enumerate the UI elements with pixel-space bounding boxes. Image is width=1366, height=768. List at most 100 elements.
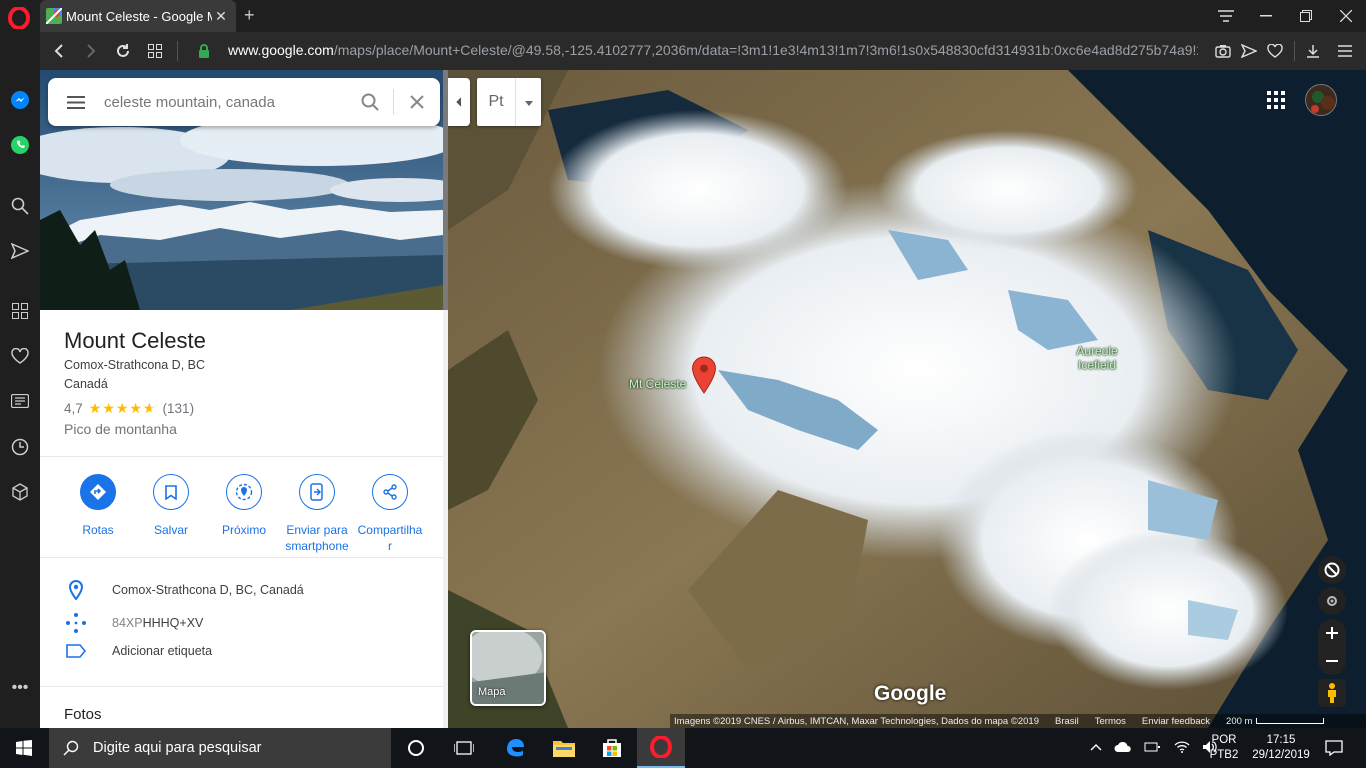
avatar[interactable] <box>1305 84 1337 116</box>
hamburger-menu-icon[interactable] <box>48 95 104 109</box>
flow-send-icon[interactable] <box>8 239 32 263</box>
map-label-celeste[interactable]: Mt Celeste <box>629 377 686 391</box>
nearby-button[interactable]: Próximo <box>207 472 281 538</box>
my-location-icon[interactable] <box>1318 587 1346 615</box>
bookmark-heart-icon[interactable] <box>1264 40 1286 62</box>
chevron-left-icon <box>456 97 462 107</box>
add-label-text: Adicionar etiqueta <box>112 644 213 658</box>
search-sidebar-icon[interactable] <box>8 194 32 218</box>
collapse-panel-button[interactable] <box>448 78 470 126</box>
opera-logo-icon[interactable] <box>8 7 30 29</box>
info-pluscode-row[interactable]: 84XP HHHQ+XV <box>64 612 203 634</box>
power-battery-icon[interactable] <box>1144 740 1162 757</box>
divider <box>40 686 443 687</box>
tab-menu-icon[interactable] <box>1206 0 1246 32</box>
place-title: Mount Celeste <box>64 328 206 353</box>
info-label-row[interactable]: Adicionar etiqueta <box>64 644 212 658</box>
map-label-aureole[interactable]: Aureole Icefield <box>1068 344 1126 372</box>
pluscode-prefix: 84XP <box>112 616 143 630</box>
compass-reset-icon[interactable] <box>1318 556 1346 584</box>
terms-link[interactable]: Termos <box>1095 716 1126 727</box>
reload-icon[interactable] <box>112 40 134 62</box>
google-apps-icon[interactable] <box>1267 91 1285 109</box>
info-address-text: Comox-Strathcona D, BC, Canadá <box>112 583 304 597</box>
place-address-line2: Canadá <box>64 377 108 391</box>
keyboard-pt-icon: Pt <box>488 93 504 110</box>
tray-chevron-up-icon[interactable] <box>1090 742 1102 754</box>
input-language[interactable]: POR PTB2 <box>1206 728 1242 768</box>
restore-icon[interactable] <box>1286 0 1326 32</box>
microsoft-store-icon[interactable] <box>588 728 636 768</box>
new-tab-icon[interactable]: + <box>244 5 255 26</box>
map-type-toggle[interactable]: Mapa <box>470 630 546 706</box>
satellite-imagery[interactable] <box>448 70 1366 728</box>
action-center-icon[interactable] <box>1310 728 1358 768</box>
info-address-row[interactable]: Comox-Strathcona D, BC, Canadá <box>64 580 304 600</box>
feedback-link[interactable]: Enviar feedback <box>1142 716 1210 727</box>
reviews-count[interactable]: (131) <box>163 401 195 416</box>
search-input[interactable]: celeste mountain, canada <box>104 94 347 111</box>
file-explorer-icon[interactable] <box>540 728 588 768</box>
nearby-icon <box>226 474 262 510</box>
history-clock-icon[interactable] <box>8 435 32 459</box>
messenger-icon[interactable] <box>8 88 32 112</box>
whatsapp-icon[interactable] <box>8 133 32 157</box>
more-dots-icon[interactable]: ••• <box>8 676 32 700</box>
address-separator-2 <box>1294 41 1295 61</box>
scale-bar <box>1256 717 1325 724</box>
directions-button[interactable]: Rotas <box>61 472 135 538</box>
country-link[interactable]: Brasil <box>1055 716 1079 727</box>
onedrive-cloud-icon[interactable] <box>1114 741 1132 756</box>
clock[interactable]: 17:15 29/12/2019 <box>1246 728 1316 768</box>
taskbar-search-placeholder: Digite aqui para pesquisar <box>93 740 262 756</box>
forward-icon[interactable] <box>80 40 102 62</box>
easy-setup-icon[interactable] <box>1334 40 1356 62</box>
input-tools-button[interactable]: Pt <box>477 78 541 126</box>
satellite-map[interactable]: Mt Celeste Aureole Icefield Pt Mapa Goog… <box>448 70 1366 728</box>
speed-dial-icon[interactable] <box>144 40 166 62</box>
close-window-icon[interactable] <box>1326 0 1366 32</box>
tab-close-icon[interactable]: ✕ <box>212 8 230 25</box>
cortana-icon[interactable] <box>392 728 440 768</box>
rating-stars-icon[interactable]: ★★★★★ ★ <box>89 400 157 417</box>
share-button[interactable]: Compartilhar <box>353 472 427 554</box>
snapshot-icon[interactable] <box>1212 40 1234 62</box>
send-to-phone-button[interactable]: Enviar para smartphone <box>280 472 354 554</box>
opera-taskbar-icon[interactable] <box>637 728 685 768</box>
clock-time: 17:15 <box>1266 734 1296 746</box>
search-icon[interactable] <box>347 93 393 111</box>
wifi-icon[interactable] <box>1174 740 1190 756</box>
address-bar: www.google.com/maps/place/Mount+Celeste/… <box>40 32 1366 70</box>
google-maps-favicon-icon <box>46 8 62 24</box>
directions-icon <box>80 474 116 510</box>
divider <box>40 456 443 457</box>
minimize-icon[interactable] <box>1246 0 1286 32</box>
taskbar-search[interactable]: Digite aqui para pesquisar <box>49 728 391 768</box>
zoom-in-button[interactable] <box>1318 619 1346 647</box>
scale-label[interactable]: 200 m <box>1226 716 1325 727</box>
tab-title: Mount Celeste - Google M... <box>66 8 212 24</box>
save-button[interactable]: Salvar <box>134 472 208 538</box>
place-category[interactable]: Pico de montanha <box>64 421 177 437</box>
back-icon[interactable] <box>48 40 70 62</box>
pegman-street-view-icon[interactable] <box>1318 679 1346 707</box>
chevron-down-icon[interactable] <box>516 93 541 111</box>
location-marker-icon[interactable] <box>691 356 717 394</box>
edge-browser-icon[interactable] <box>491 728 539 768</box>
close-search-icon[interactable] <box>394 95 440 109</box>
bookmarks-heart-icon[interactable] <box>8 344 32 368</box>
task-view-icon[interactable] <box>440 728 488 768</box>
speed-dial-sidebar-icon[interactable] <box>8 299 32 323</box>
rating-row: 4,7 ★★★★★ ★ (131) <box>64 400 194 417</box>
share-label: Compartilhar <box>357 523 423 553</box>
search-box: celeste mountain, canada <box>48 78 440 126</box>
zoom-out-button[interactable] <box>1318 647 1346 675</box>
windows-start-icon[interactable] <box>0 728 48 768</box>
url-field[interactable]: www.google.com/maps/place/Mount+Celeste/… <box>228 42 1198 58</box>
extensions-cube-icon[interactable] <box>8 480 32 504</box>
browser-tab-maps[interactable]: Mount Celeste - Google M... ✕ <box>40 0 236 32</box>
news-icon[interactable] <box>8 389 32 413</box>
secure-lock-icon[interactable] <box>193 40 215 62</box>
download-icon[interactable] <box>1302 40 1324 62</box>
send-icon[interactable] <box>1238 40 1260 62</box>
